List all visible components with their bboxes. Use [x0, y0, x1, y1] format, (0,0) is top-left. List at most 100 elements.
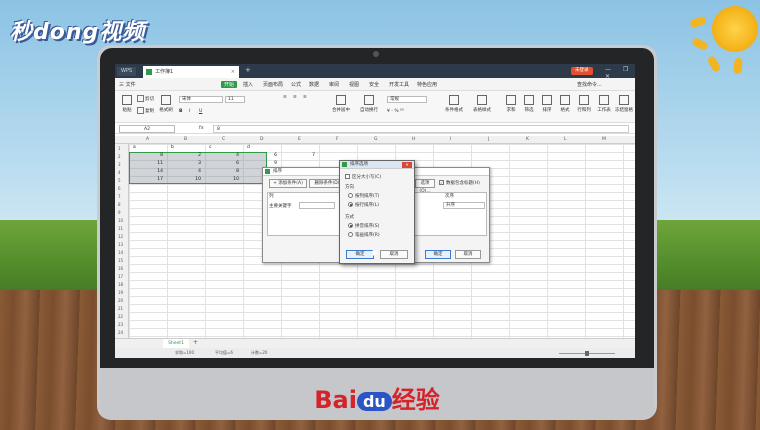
row-col-button[interactable]: 行和列 [575, 95, 593, 113]
table-cell[interactable]: 4 [171, 169, 201, 174]
row-header-5[interactable]: 5 [118, 178, 121, 183]
row-header-9[interactable]: 9 [118, 210, 121, 215]
row-header-14[interactable]: 14 [118, 250, 123, 255]
close-icon[interactable]: ✕ [402, 162, 412, 168]
column-header-i[interactable]: I [450, 137, 451, 142]
add-condition-button[interactable]: + 添加条件(A) [269, 179, 307, 188]
column-header-l[interactable]: L [564, 137, 567, 142]
align-right-icon[interactable]: ≡ [303, 95, 307, 100]
by-stroke-radio[interactable]: 笔画排序(R) [348, 232, 380, 238]
table-cell[interactable]: 8 [209, 169, 239, 174]
conditional-format-button[interactable]: 条件格式 [441, 95, 467, 113]
merge-center-button[interactable]: 合并居中 [329, 95, 353, 113]
menu-review[interactable]: 审阅 [329, 81, 339, 88]
table-cell[interactable]: 4 [209, 153, 239, 158]
menu-home[interactable]: 开始 [221, 81, 238, 88]
options-button[interactable]: 选项(O)... [415, 179, 435, 194]
new-tab-button[interactable]: + [245, 66, 251, 74]
by-pinyin-radio[interactable]: 拼音排序(S) [348, 223, 379, 229]
number-format-select[interactable]: 常规 [387, 96, 427, 103]
format-button[interactable]: 格式 [557, 95, 573, 113]
row-header-22[interactable]: 22 [118, 314, 123, 319]
bold-button[interactable]: B [179, 109, 182, 114]
table-cell[interactable]: 9 [247, 161, 277, 166]
row-header-4[interactable]: 4 [118, 170, 121, 175]
zoom-slider-handle[interactable] [585, 351, 589, 356]
column-header-m[interactable]: M [602, 137, 606, 142]
table-cell[interactable]: 14 [133, 169, 163, 174]
menu-data[interactable]: 数据 [309, 81, 319, 88]
italic-button[interactable]: I [189, 109, 190, 114]
table-cell[interactable]: 10 [209, 177, 239, 182]
menu-file[interactable]: 三 文件 [119, 81, 136, 88]
login-button[interactable]: 未登录 [571, 67, 593, 75]
primary-key-select[interactable] [299, 202, 335, 209]
row-header-13[interactable]: 13 [118, 242, 123, 247]
table-cell[interactable]: 10 [171, 177, 201, 182]
table-style-button[interactable]: 表格样式 [469, 95, 495, 113]
case-sensitive-checkbox[interactable]: 区分大小写(C) [345, 174, 381, 180]
table-cell[interactable]: d [247, 145, 277, 150]
row-header-6[interactable]: 6 [118, 186, 121, 191]
row-header-16[interactable]: 16 [118, 266, 123, 271]
align-left-icon[interactable]: ≡ [283, 95, 287, 100]
by-column-radio[interactable]: 按列排序(T) [348, 193, 379, 199]
menu-formula[interactable]: 公式 [291, 81, 301, 88]
table-cell[interactable]: 17 [133, 177, 163, 182]
column-header-k[interactable]: K [526, 137, 529, 142]
table-cell[interactable]: 6 [209, 161, 239, 166]
has-header-checkbox[interactable]: ✓ 数据包含标题(H) [439, 180, 480, 186]
table-cell[interactable]: c [209, 145, 239, 150]
underline-button[interactable]: U [199, 109, 202, 114]
menu-security[interactable]: 安全 [369, 81, 379, 88]
row-header-15[interactable]: 15 [118, 258, 123, 263]
menu-insert[interactable]: 插入 [243, 81, 253, 88]
row-header-12[interactable]: 12 [118, 234, 123, 239]
sort-cancel-button[interactable]: 取消 [455, 250, 481, 259]
row-header-20[interactable]: 20 [118, 298, 123, 303]
row-header-21[interactable]: 21 [118, 306, 123, 311]
options-cancel-button[interactable]: 取消 [380, 250, 408, 259]
row-header-2[interactable]: 2 [118, 154, 121, 159]
fx-icon[interactable]: fx [199, 125, 204, 131]
table-cell[interactable]: a [133, 145, 163, 150]
table-cell[interactable]: 11 [133, 161, 163, 166]
table-cell[interactable]: b [171, 145, 201, 150]
table-cell[interactable]: 6 [247, 153, 277, 158]
menu-special[interactable]: 特色应用 [417, 81, 437, 88]
row-header-11[interactable]: 11 [118, 226, 123, 231]
column-header-g[interactable]: G [374, 137, 378, 142]
percent-icon[interactable]: ¥ - % ⁰⁰ [387, 109, 404, 114]
formula-input[interactable]: 8 [213, 125, 629, 133]
worksheet-button[interactable]: 工作表 [595, 95, 613, 113]
column-header-c[interactable]: C [222, 137, 225, 142]
app-tag[interactable]: WPS [117, 67, 137, 76]
row-header-3[interactable]: 3 [118, 162, 121, 167]
copy-button[interactable]: 复制 [137, 107, 154, 114]
add-sheet-button[interactable]: + [193, 339, 198, 346]
row-header-10[interactable]: 10 [118, 218, 123, 223]
menu-view[interactable]: 视图 [349, 81, 359, 88]
paste-button[interactable]: 粘贴 [119, 95, 135, 113]
order-select[interactable]: 升序 [443, 202, 485, 209]
sheet-tab[interactable]: Sheet1 [163, 339, 189, 348]
row-header-23[interactable]: 23 [118, 322, 123, 327]
menu-developer[interactable]: 开发工具 [389, 81, 409, 88]
column-header-d[interactable]: D [260, 137, 263, 142]
document-tab[interactable]: 工作簿1 × [143, 66, 239, 78]
freeze-panes-button[interactable]: 冻结窗格 [615, 95, 633, 113]
format-painter-button[interactable]: 格式刷 [157, 95, 175, 113]
sum-button[interactable]: 求和 [503, 95, 519, 113]
close-tab-icon[interactable]: × [231, 66, 235, 78]
table-cell[interactable]: 3 [171, 161, 201, 166]
wrap-text-button[interactable]: 自动换行 [357, 95, 381, 113]
row-header-24[interactable]: 24 [118, 330, 123, 335]
column-header-a[interactable]: A [146, 137, 149, 142]
row-header-7[interactable]: 7 [118, 194, 121, 199]
table-cell[interactable]: 7 [285, 153, 315, 158]
row-header-1[interactable]: 1 [118, 146, 121, 151]
row-header-18[interactable]: 18 [118, 282, 123, 287]
table-cell[interactable]: 8 [133, 153, 163, 158]
cut-button[interactable]: 剪切 [137, 95, 154, 102]
name-box[interactable]: A2 [119, 125, 175, 133]
